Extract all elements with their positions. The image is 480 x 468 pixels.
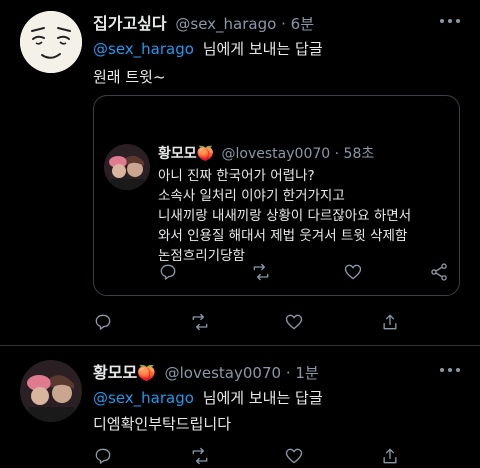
quoted-text-line: 논점흐리기당함 <box>158 248 245 264</box>
retweet-button[interactable] <box>190 312 210 332</box>
like-button[interactable] <box>284 446 304 466</box>
separator-dot: · <box>334 146 340 162</box>
reply-context-text: 님에게 보내는 답글 <box>202 40 323 58</box>
retweet-icon <box>192 447 208 465</box>
separator-dot: · <box>281 15 286 33</box>
tweet[interactable]: 집가고싶다 @sex_harago · 6분 @sex_harago 님에게 보… <box>0 0 480 346</box>
share-button[interactable] <box>380 312 400 332</box>
quoted-text-line: 아니 진짜 한국어가 어렵나? <box>158 168 315 184</box>
avatar[interactable] <box>104 144 150 190</box>
avatar-face-drawing <box>20 11 82 73</box>
reply-context-text: 님에게 보내는 답글 <box>202 389 323 407</box>
tweet[interactable]: 황모모🍑 @lovestay0070 · 1분 @sex_harago 님에게 … <box>0 347 480 468</box>
quoted-tweet-header: 황모모🍑 @lovestay0070 · 58초 <box>158 143 374 163</box>
quoted-like-button[interactable] <box>343 262 363 282</box>
tweet-time[interactable]: 1분 <box>295 364 318 382</box>
share-icon <box>431 263 447 281</box>
retweet-icon <box>192 313 208 331</box>
avatar-photo <box>104 144 150 190</box>
avatar[interactable] <box>20 11 82 73</box>
quoted-reply-button[interactable] <box>158 262 178 282</box>
author-handle[interactable]: @sex_harago <box>175 15 276 33</box>
quoted-retweet-button[interactable] <box>251 262 271 282</box>
reply-icon <box>160 264 176 280</box>
author-name[interactable]: 황모모 <box>93 363 137 382</box>
tweet-text: 원래 트윗~ <box>93 68 166 86</box>
more-icon[interactable] <box>440 19 460 25</box>
reply-context: @sex_harago 님에게 보내는 답글 <box>93 387 323 408</box>
tweet-header: 집가고싶다 @sex_harago · 6분 <box>93 10 314 34</box>
quoted-text-line: 니새끼랑 내새끼랑 상황이 다르잖아요 하면서 <box>158 208 412 224</box>
tweet-text: 디엠확인부탁드립니다 <box>93 415 232 433</box>
share-button[interactable] <box>380 446 400 466</box>
like-button[interactable] <box>284 312 304 332</box>
quoted-share-button[interactable] <box>429 262 449 282</box>
reply-icon <box>95 448 111 464</box>
retweet-icon <box>253 263 269 281</box>
peach-emoji: 🍑 <box>196 146 215 162</box>
reply-button[interactable] <box>93 446 113 466</box>
retweet-button[interactable] <box>190 446 210 466</box>
reply-mention-link[interactable]: @sex_harago <box>93 389 194 407</box>
like-icon <box>344 264 362 280</box>
share-icon <box>383 448 397 464</box>
tweet-time[interactable]: 6분 <box>291 15 314 33</box>
quoted-tweet-card[interactable]: 황모모🍑 @lovestay0070 · 58초 아니 진짜 한국어가 어렵나?… <box>93 95 460 296</box>
more-icon[interactable] <box>440 368 460 374</box>
tweet-header: 황모모🍑 @lovestay0070 · 1분 <box>93 359 319 383</box>
avatar[interactable] <box>20 360 82 422</box>
reply-context: @sex_harago 님에게 보내는 답글 <box>93 38 323 59</box>
peach-emoji: 🍑 <box>137 364 156 382</box>
quoted-author-handle[interactable]: @lovestay0070 <box>222 146 331 162</box>
separator-dot: · <box>285 364 291 382</box>
quoted-tweet-time[interactable]: 58초 <box>344 146 375 162</box>
quoted-text-line: 소속사 일처리 이야기 한거가지고 <box>158 188 345 204</box>
avatar-photo <box>20 360 82 422</box>
author-handle[interactable]: @lovestay0070 <box>165 364 281 382</box>
quoted-author-name[interactable]: 황모모 <box>158 146 197 162</box>
reply-button[interactable] <box>93 312 113 332</box>
quoted-text-line: 와서 인용질 해대서 제법 웃겨서 트윗 삭제함 <box>158 228 408 244</box>
share-icon <box>383 314 397 330</box>
reply-mention-link[interactable]: @sex_harago <box>93 40 194 58</box>
like-icon <box>285 448 303 464</box>
author-name[interactable]: 집가고싶다 <box>93 14 167 33</box>
like-icon <box>285 314 303 330</box>
reply-icon <box>95 314 111 330</box>
